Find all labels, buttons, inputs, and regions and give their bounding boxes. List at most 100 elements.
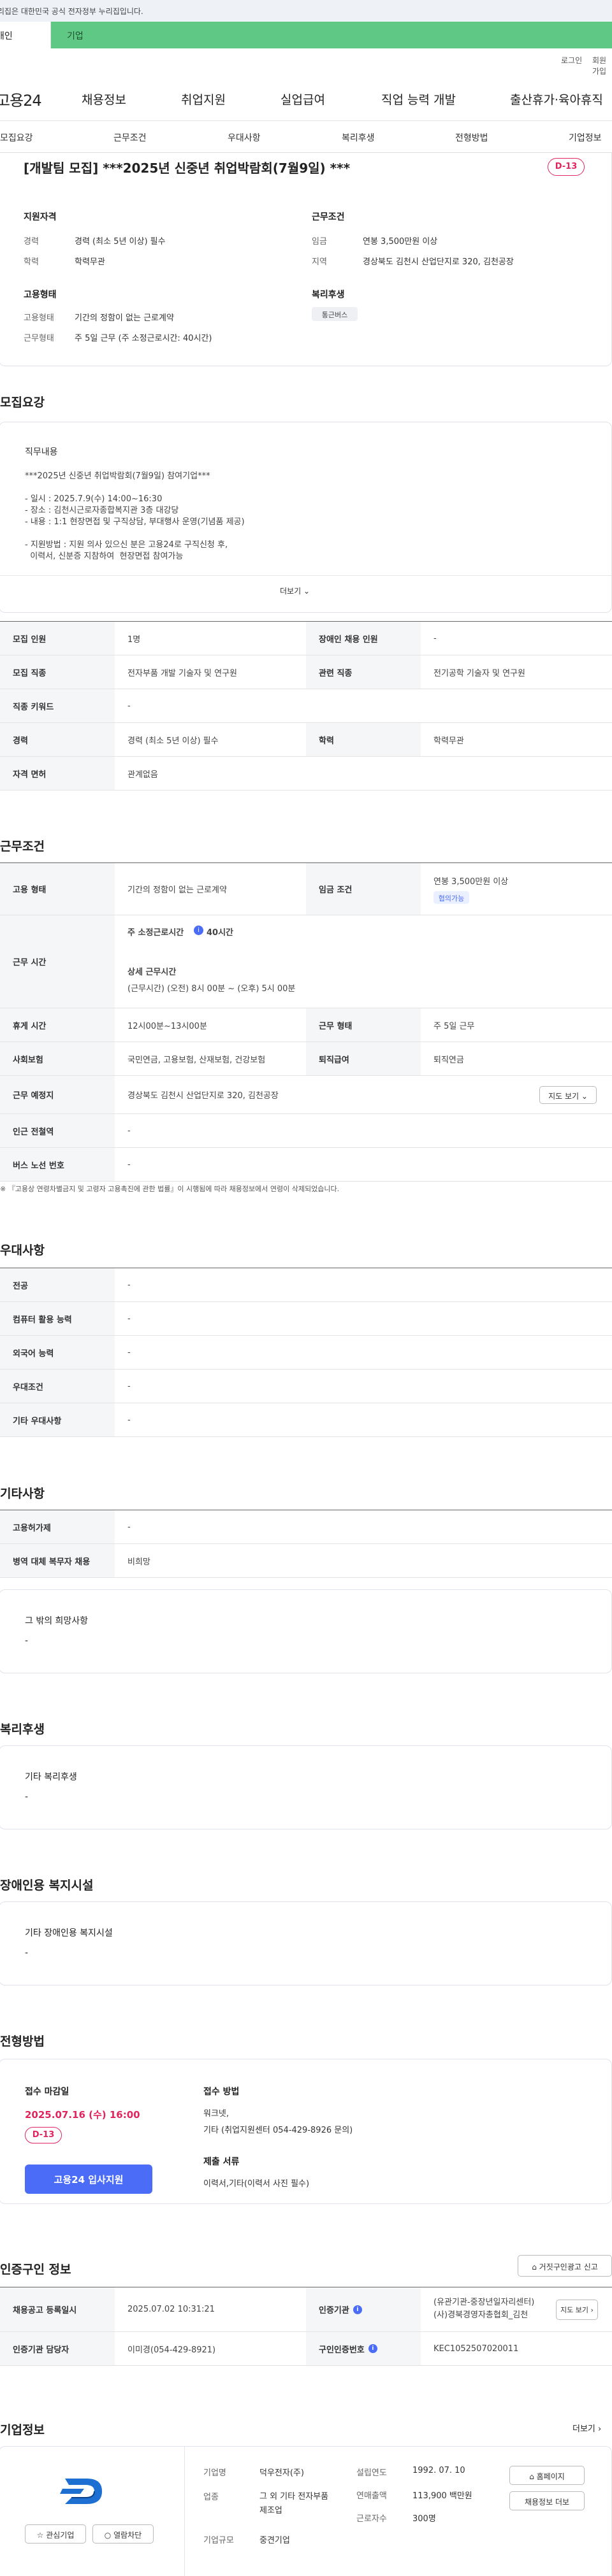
tab-personal[interactable]: 개인	[0, 22, 51, 48]
job-description-line	[25, 482, 245, 494]
table-header: 모집 인원	[0, 622, 115, 655]
gnb-item-employment-support[interactable]: 취업지원	[181, 90, 226, 108]
gnb-item-parental-leave[interactable]: 출산휴가·육아휴직	[510, 90, 603, 108]
info-icon[interactable]: i	[353, 2305, 362, 2314]
agency-map-button[interactable]: 지도 보기 ›	[556, 2300, 598, 2320]
table-cell: 관계없음	[127, 769, 158, 780]
favorite-company-button[interactable]: ☆ 관심기업	[25, 2524, 86, 2544]
snb-item-preference[interactable]: 우대사항	[228, 131, 261, 144]
info-icon[interactable]: i	[194, 926, 203, 935]
table-row: 자격 면허 관계없음	[0, 757, 612, 791]
table-header: 컴퓨터 활용 능력	[0, 1302, 115, 1335]
founded-value: 1992. 07. 10	[412, 2466, 465, 2475]
table-row: 인근 전철역 -	[0, 1114, 612, 1148]
homepage-button[interactable]: ⌂ 홈페이지	[509, 2466, 585, 2485]
hours-cell: 주 소정근로시간 i 40시간 상세 근무시간 (근무시간) (오전) 8시 0…	[115, 915, 612, 1008]
snb-item-welfare[interactable]: 복리후생	[342, 131, 375, 144]
company-name-value: 덕우전자(주)	[259, 2468, 304, 2478]
education-label: 학력	[24, 257, 39, 267]
snb-item-work[interactable]: 근무조건	[113, 131, 147, 144]
industry-label: 업종	[203, 2493, 219, 2502]
docs-heading: 제출 서류	[203, 2157, 240, 2167]
site-logo[interactable]: 고용24	[0, 88, 42, 110]
preference-table: 전공 - 컴퓨터 활용 능력 - 외국어 능력 - 우대조건 - 기타 우대사항 -	[0, 1268, 612, 1437]
cert-section-title: 인증구인 정보	[0, 2263, 71, 2277]
table-row: 모집 직종 전자부품 개발 기술자 및 연구원 관련 직종 전기공학 기술자 및…	[0, 655, 612, 689]
table-header: 인근 전철역	[0, 1114, 115, 1147]
deadline-value: 2025.07.16 (수) 16:00	[25, 2109, 140, 2121]
job-description-body: ***2025년 신중년 취업박람회(7월9일) 참여기업*** - 일시 : …	[25, 471, 245, 562]
more-button-label: 더보기	[280, 587, 302, 596]
wage-value: 연봉 3,500만원 이상	[433, 877, 509, 887]
company-more-link[interactable]: 더보기 ›	[572, 2422, 601, 2434]
chevron-down-icon: ⌄	[303, 587, 310, 596]
table-header: 임금 조건	[306, 863, 421, 915]
table-row: 인증기관 담당자 이미경(054-429-8921) 구인인증번호 i KEC10…	[0, 2332, 612, 2366]
career-label: 경력	[24, 237, 39, 247]
table-header: 근무 시간	[0, 915, 115, 1008]
home-icon: ⌂	[532, 2263, 537, 2272]
welfare-heading: 복리후생	[312, 290, 345, 300]
map-view-button[interactable]: 지도 보기 ⌄	[539, 1086, 597, 1104]
snb-item-selection[interactable]: 전형방법	[455, 131, 488, 144]
table-row: 기타 우대사항 -	[0, 1403, 612, 1437]
table-row: 고용 형태 기간의 정함이 없는 근로계약 임금 조건 연봉 3,500만원 이…	[0, 863, 612, 915]
qualification-heading: 지원자격	[24, 212, 57, 222]
more-button[interactable]: 더보기 ⌄	[280, 585, 310, 596]
table-header: 인증기관 담당자	[0, 2332, 115, 2365]
table-cell: -	[127, 701, 131, 711]
age-notice: ※ 『고용상 연령차별금지 및 고령자 고용촉진에 관한 법률』이 시행됨에 따…	[0, 1185, 340, 1193]
job-description-card: 직무내용 ***2025년 신중년 취업박람회(7월9일) 참여기업*** - …	[0, 422, 612, 613]
table-cell: -	[127, 1415, 131, 1425]
report-fake-ad-button[interactable]: ⌂ 거짓구인광고 신고	[518, 2255, 612, 2277]
cert-number-label: 구인인증번호	[319, 2345, 365, 2355]
map-view-label: 지도 보기	[548, 1092, 579, 1101]
job-description-line	[25, 528, 245, 540]
table-row: 우대조건 -	[0, 1370, 612, 1403]
table-header: 채용공고 등록일시	[0, 2287, 115, 2331]
snb-item-company[interactable]: 기업정보	[569, 131, 602, 144]
gnb-item-unemployment-benefit[interactable]: 실업급여	[280, 90, 325, 108]
info-icon[interactable]: i	[368, 2344, 377, 2353]
login-link[interactable]: 로그인	[561, 55, 582, 66]
table-header: 학력	[306, 723, 421, 756]
disability-section-title: 장애인용 복지시설	[0, 1878, 94, 1893]
table-row: 사회보험 국민연금, 고용보험, 산재보험, 건강보험 퇴직급여 퇴직연금	[0, 1042, 612, 1076]
career-value: 경력 (최소 5년 이상) 필수	[75, 237, 166, 247]
agency-map-label: 지도 보기	[560, 2306, 589, 2314]
table-header: 근무 형태	[306, 1008, 421, 1041]
wage-label: 임금	[312, 237, 327, 247]
table-header: 구인인증번호 i	[306, 2332, 421, 2365]
circle-icon: ○	[104, 2531, 112, 2540]
recruit-section-title: 모집요강	[0, 396, 45, 410]
selection-card: 접수 마감일 2025.07.16 (수) 16:00 D-13 고용24 입사…	[0, 2059, 612, 2204]
welfare-chip: 통근버스	[312, 307, 358, 321]
table-cell: 12시00분~13시00분	[127, 1021, 207, 1031]
gnb-item-jobs[interactable]: 채용정보	[82, 90, 126, 108]
table-cell: -	[127, 1126, 131, 1136]
employment-type-label: 고용형태	[24, 313, 54, 323]
company-more-label: 더보기	[572, 2424, 595, 2434]
gnb-item-job-training[interactable]: 직업 능력 개발	[381, 90, 456, 108]
snb-item-recruit[interactable]: 모집요강	[0, 131, 33, 144]
education-value: 학력무관	[75, 257, 105, 267]
table-row: 근무 예정지 경상북도 김천시 산업단지로 320, 김천공장 지도 보기 ⌄	[0, 1076, 612, 1114]
benefits-card: 기타 복리후생 -	[0, 1745, 612, 1829]
deadline-heading: 접수 마감일	[25, 2087, 69, 2097]
table-cell: 학력무관	[433, 736, 464, 746]
weekly-hours-label: 주 소정근로시간	[127, 928, 184, 938]
gov-banner: 이 누리집은 대한민국 공식 전자정부 누리집입니다.	[0, 0, 612, 22]
company-card: ☆ 관심기업 ○ 열람차단 기업명 덕우전자(주) 업종 그 외 기타 전자부품…	[0, 2446, 612, 2576]
signup-link[interactable]: 회원가입	[592, 55, 612, 76]
chevron-right-icon: ›	[590, 2306, 594, 2314]
method-line: 워크넷,	[203, 2109, 229, 2119]
chevron-down-icon: ⌄	[581, 1092, 588, 1101]
tab-company[interactable]: 기업	[51, 22, 612, 48]
cert-agency-label: 인증기관	[319, 2306, 349, 2315]
apply-button[interactable]: 고용24 입사지원	[25, 2165, 152, 2194]
work-type-value: 주 5일 근무 (주 소정근로시간: 40시간)	[75, 334, 212, 343]
company-jobs-button[interactable]: 채용정보 더보	[509, 2491, 585, 2510]
table-cell: -	[127, 1280, 131, 1290]
block-view-button[interactable]: ○ 열람차단	[92, 2524, 154, 2544]
table-cell: 2025.07.02 10:31:21	[127, 2305, 215, 2314]
